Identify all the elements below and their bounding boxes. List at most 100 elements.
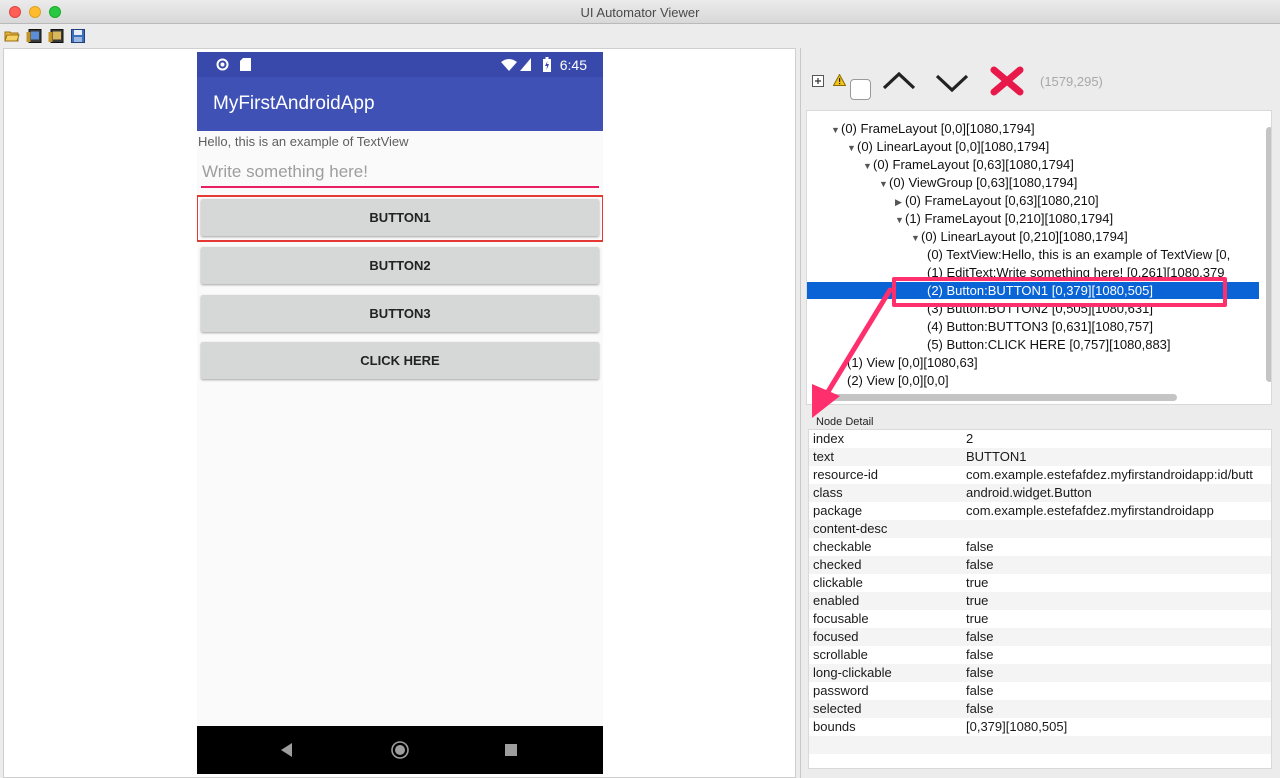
detail-value: false xyxy=(966,557,994,572)
pointer-coordinates: (1579,295) xyxy=(1040,74,1103,89)
detail-row[interactable]: password false xyxy=(809,682,1271,700)
detail-value: false xyxy=(966,647,994,662)
detail-row[interactable]: bounds [0,379][1080,505] xyxy=(809,718,1271,736)
detail-row[interactable]: class android.widget.Button xyxy=(809,484,1271,502)
detail-row[interactable]: focusable true xyxy=(809,610,1271,628)
detail-row[interactable]: content-desc xyxy=(809,520,1271,538)
detail-value: BUTTON1 xyxy=(966,449,1027,464)
tree-node[interactable]: ▼(0) FrameLayout [0,63][1080,1794] xyxy=(863,156,1074,174)
tree-node[interactable]: ▼(0) FrameLayout [0,0][1080,1794] xyxy=(831,120,1035,138)
recents-icon[interactable] xyxy=(505,744,517,756)
node-detail-table[interactable]: index 2 text BUTTON1 resource-id com.example.… xyxy=(808,429,1272,769)
warning-icon[interactable] xyxy=(833,74,846,86)
tree-node-label: (0) ViewGroup [0,63][1080,1794] xyxy=(889,175,1078,190)
device-screenshot-compressed-icon[interactable] xyxy=(48,29,64,43)
detail-row-empty xyxy=(809,736,1271,754)
detail-row[interactable]: resource-id com.example.estefafdez.myfirs… xyxy=(809,466,1271,484)
detail-key: checked xyxy=(813,557,862,572)
tree-collapse-icon[interactable]: ▼ xyxy=(831,121,841,139)
tree-collapse-icon[interactable]: ▼ xyxy=(895,211,905,229)
detail-row[interactable]: index 2 xyxy=(809,430,1271,448)
sync-icon xyxy=(216,58,229,71)
detail-key: content-desc xyxy=(813,521,888,536)
detail-value: false xyxy=(966,665,994,680)
tree-node-label: (0) TextView:Hello, this is an example o… xyxy=(927,247,1231,262)
detail-row[interactable]: selected false xyxy=(809,700,1271,718)
detail-key: resource-id xyxy=(813,467,879,482)
detail-value: com.example.estefafdez.myfirstandroidapp… xyxy=(966,467,1253,482)
title-bar: UI Automator Viewer xyxy=(0,0,1280,24)
tree-node[interactable]: (5) Button:CLICK HERE [0,757][1080,883] xyxy=(927,336,1171,354)
home-icon[interactable] xyxy=(391,741,409,759)
tree-node-label: (5) Button:CLICK HERE [0,757][1080,883] xyxy=(927,337,1171,352)
detail-row[interactable]: checked false xyxy=(809,556,1271,574)
detail-key: selected xyxy=(813,701,862,716)
open-folder-icon[interactable] xyxy=(4,29,20,43)
detail-value: com.example.estefafdez.myfirstandroidapp xyxy=(966,503,1214,518)
back-icon[interactable] xyxy=(281,743,293,757)
tree-node[interactable]: ▼(0) LinearLayout [0,210][1080,1794] xyxy=(911,228,1128,246)
window-title: UI Automator Viewer xyxy=(580,5,700,20)
tree-node[interactable]: (0) TextView:Hello, this is an example o… xyxy=(927,246,1230,264)
expand-all-icon[interactable] xyxy=(812,75,824,87)
tree-node[interactable]: (1) View [0,0][1080,63] xyxy=(847,354,978,372)
tree-node[interactable]: (2) View [0,0][0,0] xyxy=(847,372,949,390)
clear-selection-icon[interactable] xyxy=(990,66,1024,96)
main-toolbar xyxy=(0,24,1280,48)
edit-text-field[interactable]: Write something here! xyxy=(201,162,599,188)
tree-vertical-scrollbar[interactable] xyxy=(1266,127,1271,382)
detail-row[interactable]: scrollable false xyxy=(809,646,1271,664)
detail-value: false xyxy=(966,701,994,716)
detail-row[interactable]: focused false xyxy=(809,628,1271,646)
wifi-icon xyxy=(501,59,517,71)
detail-row[interactable]: package com.example.estefafdez.myfirstand… xyxy=(809,502,1271,520)
tree-node[interactable]: ▼(0) LinearLayout [0,0][1080,1794] xyxy=(847,138,1049,156)
detail-value: true xyxy=(966,611,989,626)
tree-collapse-icon[interactable]: ▼ xyxy=(911,229,921,247)
click-here-button[interactable]: CLICK HERE xyxy=(201,342,599,379)
hello-textview: Hello, this is an example of TextView xyxy=(198,134,409,149)
detail-key: long-clickable xyxy=(813,665,892,680)
tree-horizontal-scrollbar[interactable] xyxy=(817,394,1177,401)
detail-value: false xyxy=(966,629,994,644)
detail-key: focused xyxy=(813,629,859,644)
detail-row[interactable]: enabled true xyxy=(809,592,1271,610)
device-screen[interactable]: 6:45 MyFirstAndroidApp Hello, this is an… xyxy=(197,52,603,774)
tree-node[interactable]: ▶ (0) FrameLayout [0,63][1080,210] xyxy=(895,192,1099,210)
button2[interactable]: BUTTON2 xyxy=(201,247,599,284)
detail-key: index xyxy=(813,431,845,446)
tree-collapse-icon[interactable]: ▼ xyxy=(863,157,873,175)
device-screenshot-icon[interactable] xyxy=(26,29,42,43)
detail-key: enabled xyxy=(813,593,860,608)
tree-node-label: (2) View [0,0][0,0] xyxy=(847,373,949,388)
button3[interactable]: BUTTON3 xyxy=(201,295,599,332)
tree-collapse-icon[interactable]: ▼ xyxy=(847,139,857,157)
status-clock: 6:45 xyxy=(559,57,587,73)
android-status-bar: 6:45 xyxy=(197,52,603,77)
tree-node[interactable]: (4) Button:BUTTON3 [0,631][1080,757] xyxy=(927,318,1153,336)
next-node-icon[interactable] xyxy=(935,74,969,92)
previous-node-icon[interactable] xyxy=(882,72,916,90)
hierarchy-tree[interactable]: ▼(0) FrameLayout [0,0][1080,1794] ▼(0) Li… xyxy=(806,110,1272,405)
tree-expand-icon[interactable]: ▶ xyxy=(895,193,905,211)
detail-row[interactable]: clickable true xyxy=(809,574,1271,592)
tree-collapse-icon[interactable]: ▼ xyxy=(879,175,889,193)
inspector-panel: (1579,295) ▼(0) FrameLayout [0,0][1080,1… xyxy=(800,48,1280,778)
detail-row[interactable]: checkable false xyxy=(809,538,1271,556)
detail-key: package xyxy=(813,503,863,518)
detail-row[interactable]: long-clickable false xyxy=(809,664,1271,682)
filter-checkbox[interactable] xyxy=(850,79,871,100)
detail-key: scrollable xyxy=(813,647,868,662)
tree-node-label: (0) LinearLayout [0,210][1080,1794] xyxy=(921,229,1128,244)
detail-value: android.widget.Button xyxy=(966,485,1092,500)
detail-row[interactable]: text BUTTON1 xyxy=(809,448,1271,466)
detail-row-empty xyxy=(809,754,1271,768)
save-icon[interactable] xyxy=(70,29,86,43)
tree-node[interactable]: ▼(1) FrameLayout [0,210][1080,1794] xyxy=(895,210,1113,228)
detail-value: true xyxy=(966,593,989,608)
app-toolbar: MyFirstAndroidApp xyxy=(197,77,603,131)
battery-icon xyxy=(543,57,551,72)
tree-node[interactable]: ▼(0) ViewGroup [0,63][1080,1794] xyxy=(879,174,1077,192)
selected-node-outline xyxy=(197,195,603,242)
app-title: MyFirstAndroidApp xyxy=(213,93,375,114)
